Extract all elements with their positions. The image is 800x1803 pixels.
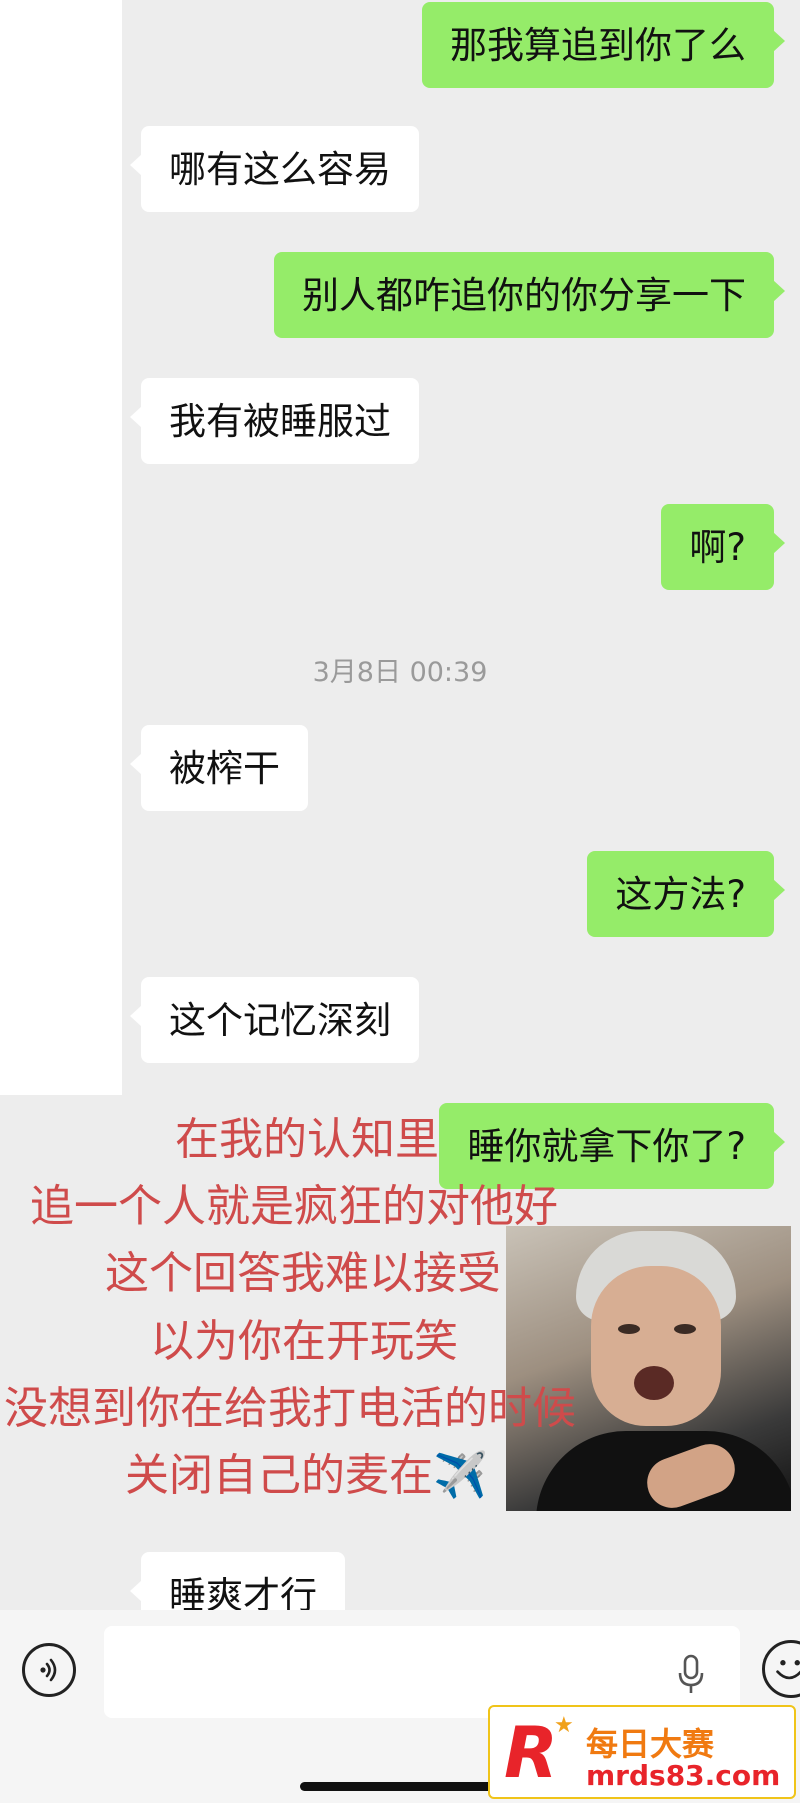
message-text: 那我算追到你了么	[422, 2, 785, 88]
watermark-badge: R ★ 每日大赛 mrds83.com	[488, 1705, 796, 1799]
message-text: 啊?	[661, 504, 785, 590]
voice-waves-icon	[40, 1658, 57, 1682]
smile-face-icon	[776, 1660, 800, 1680]
message-incoming[interactable]: 哪有这么容易	[130, 126, 419, 212]
overlay-caption-line: 追一个人就是疯狂的对他好	[30, 1181, 558, 1232]
message-text: 别人都咋追你的你分享一下	[274, 252, 785, 338]
message-text: 被榨干	[130, 725, 308, 811]
avatar-mask	[0, 0, 122, 1105]
message-incoming[interactable]: 这个记忆深刻	[130, 977, 419, 1063]
star-icon: ★	[554, 1713, 574, 1738]
message-incoming[interactable]: 被榨干	[130, 725, 308, 811]
overlay-caption-line: 这个回答我难以接受	[105, 1248, 501, 1299]
message-text: 睡你就拿下你了?	[439, 1103, 785, 1189]
watermark-site: mrds83.com	[586, 1759, 781, 1792]
message-outgoing[interactable]: 睡你就拿下你了?	[439, 1103, 785, 1189]
voice-mode-icon[interactable]	[22, 1643, 76, 1697]
message-outgoing[interactable]: 那我算追到你了么	[422, 2, 785, 88]
message-outgoing[interactable]: 别人都咋追你的你分享一下	[274, 252, 785, 338]
overlay-caption-line: 没想到你在给我打电活的时候	[4, 1383, 576, 1434]
home-indicator	[300, 1782, 500, 1791]
overlay-caption-line: 关闭自己的麦在✈️	[125, 1450, 488, 1501]
chat-timestamp: 3月8日 00:39	[312, 657, 488, 688]
overlay-caption-line: 以为你在开玩笑	[150, 1316, 458, 1367]
message-text: 哪有这么容易	[130, 126, 419, 212]
message-text: 这个记忆深刻	[130, 977, 419, 1063]
message-outgoing[interactable]: 啊?	[661, 504, 785, 590]
overlay-caption-line: 在我的认知里	[175, 1114, 439, 1165]
message-text: 我有被睡服过	[130, 378, 419, 464]
message-text: 这方法?	[587, 851, 785, 937]
message-incoming[interactable]: 我有被睡服过	[130, 378, 419, 464]
microphone-icon[interactable]	[676, 1654, 706, 1696]
reaction-meme-image	[506, 1226, 791, 1511]
message-outgoing[interactable]: 这方法?	[587, 851, 785, 937]
emoji-icon[interactable]	[762, 1640, 800, 1698]
